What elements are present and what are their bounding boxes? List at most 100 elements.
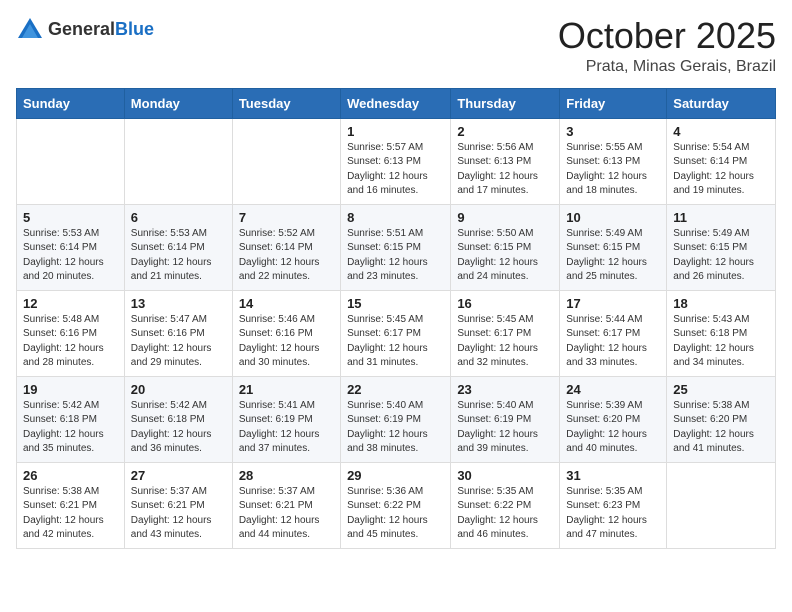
day-info: Sunrise: 5:38 AMSunset: 6:20 PMDaylight:… (673, 399, 769, 457)
day-number: 29 (347, 468, 444, 483)
day-info: Sunrise: 5:37 AMSunset: 6:21 PMDaylight:… (239, 485, 334, 543)
calendar-day-cell: 26 Sunrise: 5:38 AMSunset: 6:21 PMDayligh… (17, 462, 125, 548)
calendar-day-cell: 5Sunrise: 5:53 AMSunset: 6:14 PMDaylight… (17, 204, 125, 290)
calendar-table: SundayMondayTuesdayWednesdayThursdayFrid… (16, 88, 776, 549)
day-info: Sunrise: 5:42 AMSunset: 6:18 PMDaylight:… (23, 399, 118, 457)
calendar-day-cell: 3Sunrise: 5:55 AMSunset: 6:13 PMDaylight… (560, 118, 667, 204)
day-number: 12 (23, 296, 118, 311)
calendar-week-row: 12 Sunrise: 5:48 AMSunset: 6:16 PMDayligh… (17, 290, 776, 376)
day-of-week-header: Wednesday (341, 88, 451, 118)
day-info: Sunrise: 5:48 AMSunset: 6:16 PMDaylight:… (23, 313, 118, 371)
day-number: 28 (239, 468, 334, 483)
calendar-day-cell: 19 Sunrise: 5:42 AMSunset: 6:18 PMDayligh… (17, 376, 125, 462)
calendar-day-cell: 23Sunrise: 5:40 AMSunset: 6:19 PMDayligh… (451, 376, 560, 462)
day-number: 4 (673, 124, 769, 139)
calendar-week-row: 1 Sunrise: 5:57 AMSunset: 6:13 PMDaylight… (17, 118, 776, 204)
calendar-day-cell: 11Sunrise: 5:49 AMSunset: 6:15 PMDayligh… (667, 204, 776, 290)
day-number: 20 (131, 382, 226, 397)
day-number: 15 (347, 296, 444, 311)
day-number: 10 (566, 210, 660, 225)
day-of-week-header: Friday (560, 88, 667, 118)
calendar-header-row: SundayMondayTuesdayWednesdayThursdayFrid… (17, 88, 776, 118)
day-info: Sunrise: 5:45 AMSunset: 6:17 PMDaylight:… (347, 313, 444, 371)
day-number: 30 (457, 468, 553, 483)
day-info: Sunrise: 5:47 AMSunset: 6:16 PMDaylight:… (131, 313, 226, 371)
day-number: 5 (23, 210, 118, 225)
day-info: Sunrise: 5:39 AMSunset: 6:20 PMDaylight:… (566, 399, 660, 457)
day-number: 6 (131, 210, 226, 225)
calendar-day-cell: 15 Sunrise: 5:45 AMSunset: 6:17 PMDayligh… (341, 290, 451, 376)
calendar-day-cell: 6 Sunrise: 5:53 AMSunset: 6:14 PMDaylight… (124, 204, 232, 290)
calendar-body: 1 Sunrise: 5:57 AMSunset: 6:13 PMDaylight… (17, 118, 776, 548)
day-info: Sunrise: 5:52 AMSunset: 6:14 PMDaylight:… (239, 227, 334, 285)
calendar-day-cell: 18 Sunrise: 5:43 AMSunset: 6:18 PMDayligh… (667, 290, 776, 376)
day-info: Sunrise: 5:37 AMSunset: 6:21 PMDaylight:… (131, 485, 226, 543)
day-info: Sunrise: 5:41 AMSunset: 6:19 PMDaylight:… (239, 399, 334, 457)
day-number: 2 (457, 124, 553, 139)
logo-general-text: GeneralBlue (48, 20, 154, 40)
title-block: October 2025 Prata, Minas Gerais, Brazil (558, 16, 776, 76)
day-of-week-header: Tuesday (232, 88, 340, 118)
day-number: 11 (673, 210, 769, 225)
day-info: Sunrise: 5:54 AMSunset: 6:14 PMDaylight:… (673, 141, 769, 199)
calendar-week-row: 5 Sunrise: 5:53 AMSunset: 6:14 PMDaylight… (17, 204, 776, 290)
day-number: 27 (131, 468, 226, 483)
calendar-day-cell: 17Sunrise: 5:44 AMSunset: 6:17 PMDayligh… (560, 290, 667, 376)
calendar-day-cell: 22 Sunrise: 5:40 AMSunset: 6:19 PMDayligh… (341, 376, 451, 462)
day-number: 25 (673, 382, 769, 397)
day-info: Sunrise: 5:57 AMSunset: 6:13 PMDaylight:… (347, 141, 444, 199)
calendar-day-cell (667, 462, 776, 548)
day-number: 8 (347, 210, 444, 225)
day-number: 17 (566, 296, 660, 311)
calendar-day-cell: 20 Sunrise: 5:42 AMSunset: 6:18 PMDayligh… (124, 376, 232, 462)
day-info: Sunrise: 5:53 AMSunset: 6:14 PMDaylight:… (131, 227, 226, 285)
logo-icon (16, 16, 44, 44)
day-info: Sunrise: 5:40 AMSunset: 6:19 PMDaylight:… (347, 399, 444, 457)
day-number: 23 (457, 382, 553, 397)
calendar-day-cell: 1 Sunrise: 5:57 AMSunset: 6:13 PMDaylight… (341, 118, 451, 204)
day-number: 18 (673, 296, 769, 311)
day-number: 26 (23, 468, 118, 483)
calendar-day-cell: 7 Sunrise: 5:52 AMSunset: 6:14 PMDaylight… (232, 204, 340, 290)
day-of-week-header: Thursday (451, 88, 560, 118)
day-info: Sunrise: 5:46 AMSunset: 6:16 PMDaylight:… (239, 313, 334, 371)
day-info: Sunrise: 5:38 AMSunset: 6:21 PMDaylight:… (23, 485, 118, 543)
calendar-day-cell: 13 Sunrise: 5:47 AMSunset: 6:16 PMDayligh… (124, 290, 232, 376)
calendar-week-row: 26 Sunrise: 5:38 AMSunset: 6:21 PMDayligh… (17, 462, 776, 548)
day-info: Sunrise: 5:51 AMSunset: 6:15 PMDaylight:… (347, 227, 444, 285)
day-number: 24 (566, 382, 660, 397)
day-number: 16 (457, 296, 553, 311)
day-info: Sunrise: 5:50 AMSunset: 6:15 PMDaylight:… (457, 227, 553, 285)
day-number: 13 (131, 296, 226, 311)
day-number: 22 (347, 382, 444, 397)
calendar-day-cell: 10 Sunrise: 5:49 AMSunset: 6:15 PMDayligh… (560, 204, 667, 290)
day-number: 14 (239, 296, 334, 311)
calendar-day-cell (232, 118, 340, 204)
day-info: Sunrise: 5:49 AMSunset: 6:15 PMDaylight:… (566, 227, 660, 285)
calendar-day-cell: 24 Sunrise: 5:39 AMSunset: 6:20 PMDayligh… (560, 376, 667, 462)
day-number: 3 (566, 124, 660, 139)
calendar-day-cell: 30 Sunrise: 5:35 AMSunset: 6:22 PMDayligh… (451, 462, 560, 548)
day-info: Sunrise: 5:35 AMSunset: 6:22 PMDaylight:… (457, 485, 553, 543)
day-info: Sunrise: 5:42 AMSunset: 6:18 PMDaylight:… (131, 399, 226, 457)
day-info: Sunrise: 5:56 AMSunset: 6:13 PMDaylight:… (457, 141, 553, 199)
day-number: 21 (239, 382, 334, 397)
calendar-week-row: 19 Sunrise: 5:42 AMSunset: 6:18 PMDayligh… (17, 376, 776, 462)
calendar-day-cell: 25 Sunrise: 5:38 AMSunset: 6:20 PMDayligh… (667, 376, 776, 462)
day-number: 7 (239, 210, 334, 225)
day-of-week-header: Saturday (667, 88, 776, 118)
day-info: Sunrise: 5:45 AMSunset: 6:17 PMDaylight:… (457, 313, 553, 371)
calendar-day-cell: 9Sunrise: 5:50 AMSunset: 6:15 PMDaylight… (451, 204, 560, 290)
calendar-day-cell: 16 Sunrise: 5:45 AMSunset: 6:17 PMDayligh… (451, 290, 560, 376)
day-number: 1 (347, 124, 444, 139)
calendar-day-cell: 8 Sunrise: 5:51 AMSunset: 6:15 PMDaylight… (341, 204, 451, 290)
calendar-day-cell: 27 Sunrise: 5:37 AMSunset: 6:21 PMDayligh… (124, 462, 232, 548)
day-of-week-header: Monday (124, 88, 232, 118)
calendar-day-cell: 29Sunrise: 5:36 AMSunset: 6:22 PMDayligh… (341, 462, 451, 548)
day-info: Sunrise: 5:43 AMSunset: 6:18 PMDaylight:… (673, 313, 769, 371)
calendar-day-cell: 14 Sunrise: 5:46 AMSunset: 6:16 PMDayligh… (232, 290, 340, 376)
day-number: 31 (566, 468, 660, 483)
day-number: 19 (23, 382, 118, 397)
calendar-day-cell (17, 118, 125, 204)
day-of-week-header: Sunday (17, 88, 125, 118)
